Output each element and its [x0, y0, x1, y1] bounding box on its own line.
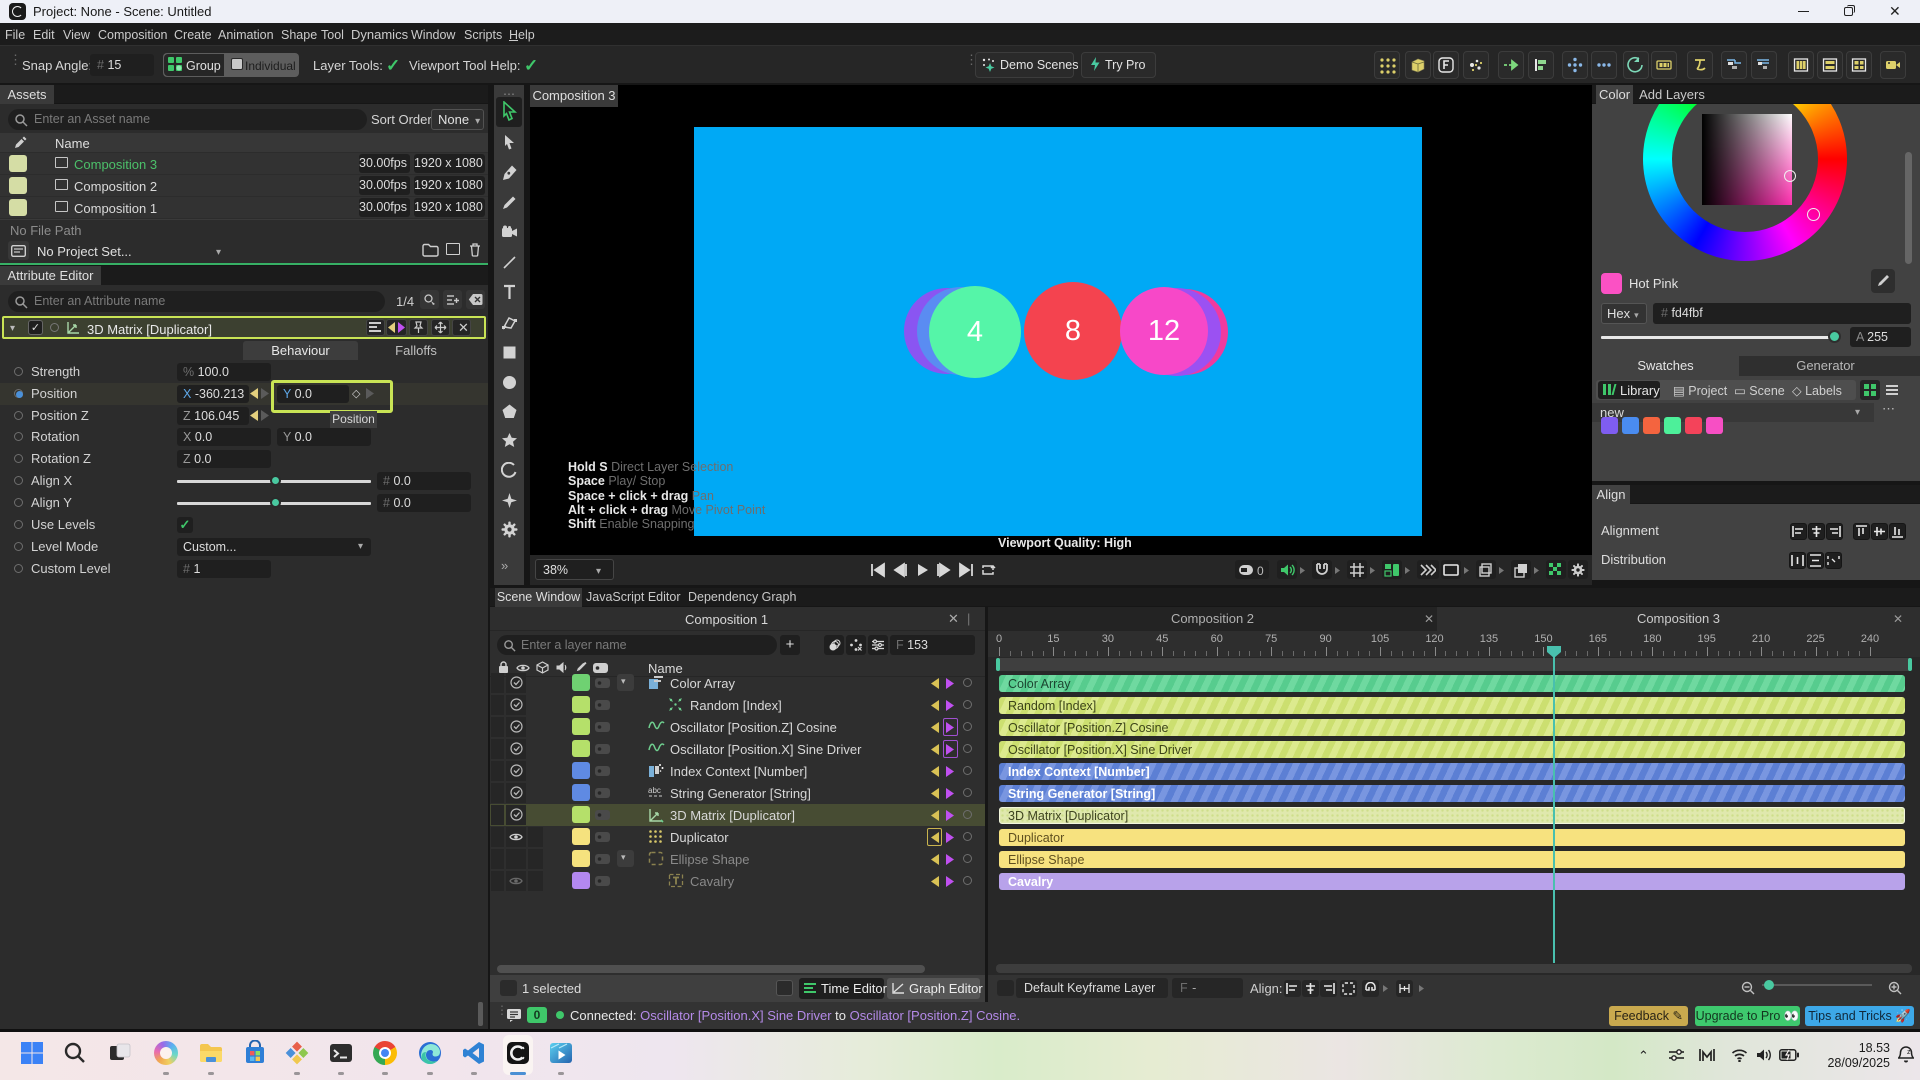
svg-text:abc: abc: [648, 786, 661, 795]
svg-text:z: z: [1907, 1049, 1911, 1056]
